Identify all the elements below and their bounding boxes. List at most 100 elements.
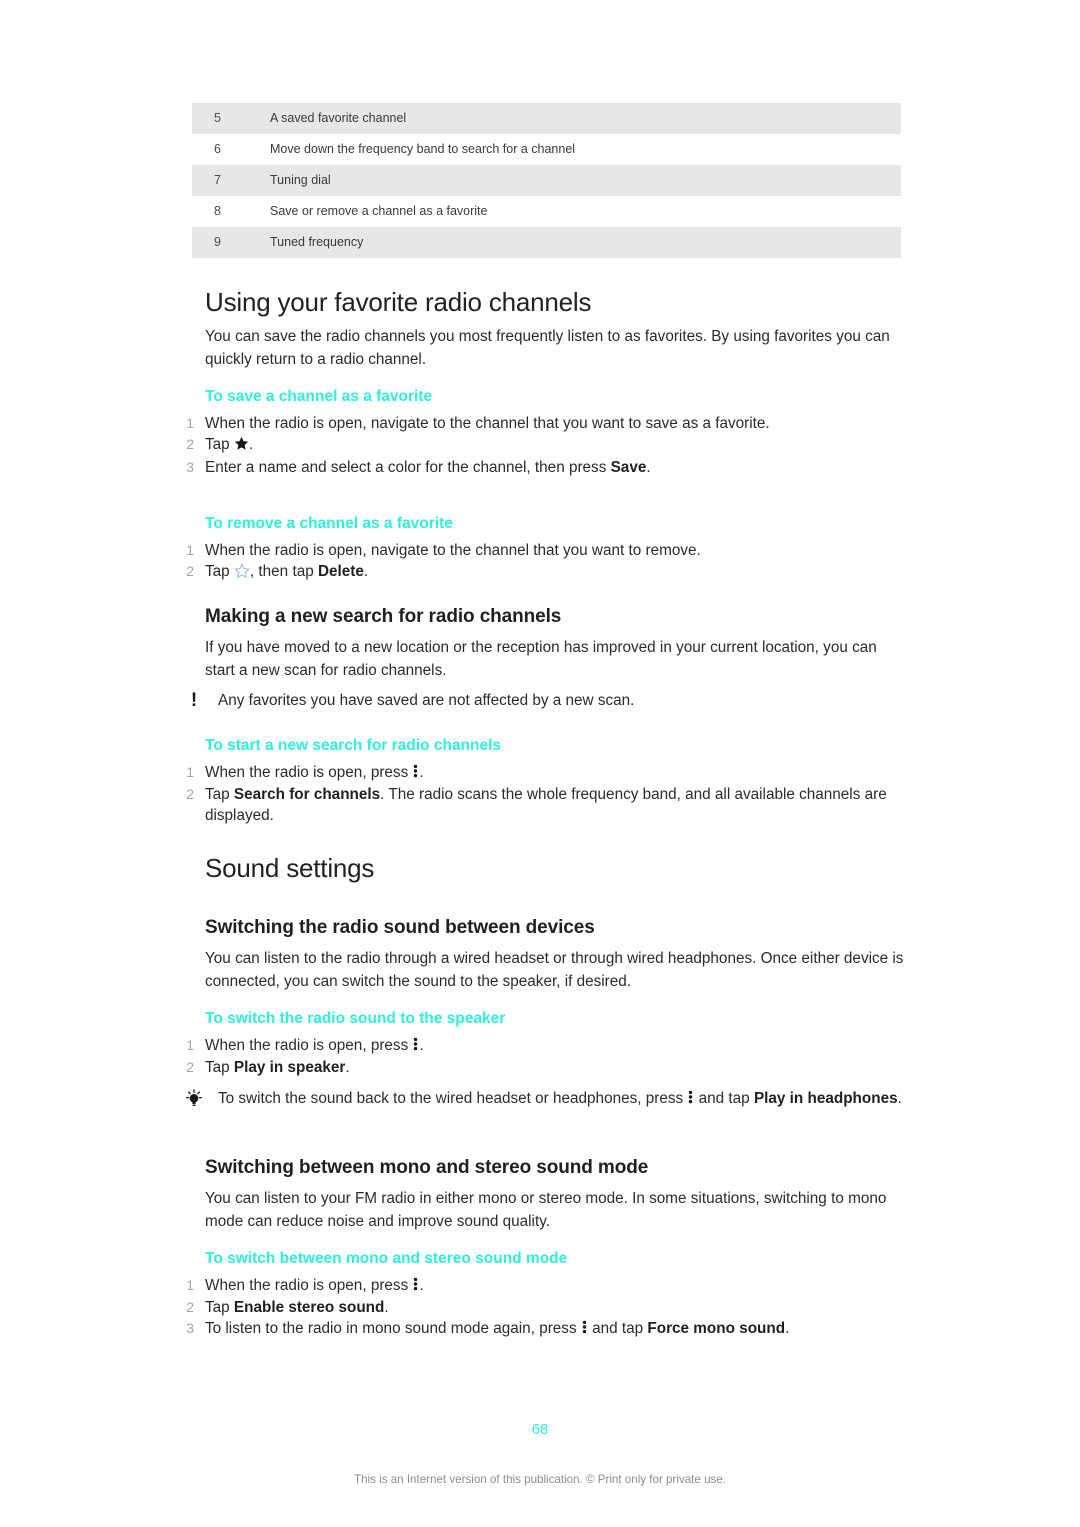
step-number: 1 bbox=[186, 1037, 194, 1053]
reference-table: 5 A saved favorite channel 6 Move down t… bbox=[192, 103, 901, 258]
table-cell-description: Save or remove a channel as a favorite bbox=[242, 196, 901, 227]
list-item: 3 Enter a name and select a color for th… bbox=[178, 457, 908, 478]
step-text: Tap bbox=[205, 563, 234, 580]
step-number: 2 bbox=[186, 436, 194, 452]
paragraph-new-search-intro: If you have moved to a new location or t… bbox=[205, 639, 877, 679]
step-text: Tap bbox=[205, 1059, 234, 1076]
step-text: When the radio is open, navigate to the … bbox=[205, 542, 701, 559]
table-row: 9 Tuned frequency bbox=[192, 227, 901, 258]
step-text: Enter a name and select a color for the … bbox=[205, 459, 611, 476]
step-bold-term: Search for channels bbox=[233, 786, 381, 803]
step-number: 3 bbox=[186, 459, 194, 475]
step-text-after: . bbox=[363, 563, 369, 580]
table-row: 7 Tuning dial bbox=[192, 165, 901, 196]
task-heading-start-new-search: To start a new search for radio channels bbox=[205, 737, 502, 754]
step-text-after: . bbox=[419, 1037, 424, 1054]
overflow-menu-icon bbox=[582, 1319, 587, 1340]
tip-text-before: To switch the sound back to the wired he… bbox=[218, 1090, 688, 1107]
step-number: 1 bbox=[186, 764, 194, 780]
tip-callout: To switch the sound back to the wired he… bbox=[178, 1088, 908, 1110]
tip-bold-term: Play in headphones bbox=[753, 1090, 898, 1107]
list-item: 1 When the radio is open, navigate to th… bbox=[178, 540, 908, 561]
table-cell-description: Move down the frequency band to search f… bbox=[242, 134, 901, 165]
manual-page: 5 A saved favorite channel 6 Move down t… bbox=[0, 0, 1080, 1527]
step-number: 2 bbox=[186, 1299, 194, 1315]
step-text-after: . bbox=[384, 1299, 389, 1316]
step-text-mid: and tap bbox=[587, 1320, 648, 1337]
task-heading-switch-mono-stereo: To switch between mono and stereo sound … bbox=[205, 1250, 568, 1267]
step-text-after: . bbox=[419, 764, 424, 781]
paragraph-switching-devices-intro: You can listen to the radio through a wi… bbox=[205, 950, 904, 990]
step-list-switch-to-speaker: 1 When the radio is open, press . 2 Tap … bbox=[178, 1035, 908, 1078]
note-callout: ! Any favorites you have saved are not a… bbox=[178, 690, 908, 711]
section-heading-favorites: Using your favorite radio channels bbox=[205, 287, 592, 317]
star-filled-icon bbox=[234, 436, 249, 457]
tip-text-after: . bbox=[897, 1090, 902, 1107]
task-heading-switch-to-speaker: To switch the radio sound to the speaker bbox=[205, 1010, 506, 1027]
paragraph-mono-stereo-intro: You can listen to your FM radio in eithe… bbox=[205, 1190, 887, 1230]
list-item: 1 When the radio is open, press . bbox=[178, 762, 908, 784]
step-list-switch-mono-stereo: 1 When the radio is open, press . 2 Tap … bbox=[178, 1275, 908, 1340]
step-text-after: . bbox=[646, 459, 651, 476]
overflow-menu-icon bbox=[688, 1089, 693, 1110]
lightbulb-tip-icon bbox=[181, 1088, 207, 1115]
step-bold-term: Enable stereo sound bbox=[233, 1299, 385, 1316]
table-row: 5 A saved favorite channel bbox=[192, 103, 901, 134]
step-text-after: . bbox=[785, 1320, 790, 1337]
step-list-remove-favorite: 1 When the radio is open, navigate to th… bbox=[178, 540, 908, 585]
overflow-menu-icon bbox=[413, 1276, 418, 1297]
exclamation-note-icon: ! bbox=[190, 690, 198, 711]
step-number: 1 bbox=[186, 542, 194, 558]
step-bold-term: Play in speaker bbox=[233, 1059, 346, 1076]
section-heading-mono-stereo: Switching between mono and stereo sound … bbox=[205, 1157, 649, 1178]
overflow-menu-icon bbox=[413, 1036, 418, 1057]
step-number: 1 bbox=[186, 1277, 194, 1293]
step-list-start-new-search: 1 When the radio is open, press . 2 Tap … bbox=[178, 762, 908, 826]
list-item: 1 When the radio is open, navigate to th… bbox=[178, 413, 908, 434]
list-item: 2 Tap . bbox=[178, 434, 908, 457]
step-number: 3 bbox=[186, 1320, 194, 1336]
list-item: 2 Tap Play in speaker. bbox=[178, 1057, 908, 1078]
list-item: 2 Tap Enable stereo sound. bbox=[178, 1297, 908, 1318]
page-number: 68 bbox=[531, 1421, 549, 1438]
step-text: When the radio is open, navigate to the … bbox=[205, 415, 770, 432]
task-heading-remove-favorite: To remove a channel as a favorite bbox=[205, 515, 453, 532]
note-text: Any favorites you have saved are not aff… bbox=[218, 692, 635, 709]
step-text: To listen to the radio in mono sound mod… bbox=[205, 1320, 581, 1337]
list-item: 1 When the radio is open, press . bbox=[178, 1035, 908, 1057]
step-list-save-favorite: 1 When the radio is open, navigate to th… bbox=[178, 413, 908, 478]
step-text-after: . bbox=[248, 436, 254, 453]
step-text: Tap bbox=[205, 436, 234, 453]
step-bold-term: Force mono sound bbox=[647, 1320, 786, 1337]
table-cell-number: 7 bbox=[192, 165, 242, 196]
table-cell-number: 8 bbox=[192, 196, 242, 227]
table-cell-number: 9 bbox=[192, 227, 242, 258]
step-bold-term: Save bbox=[610, 459, 647, 476]
step-text-after: . bbox=[345, 1059, 350, 1076]
section-heading-new-search: Making a new search for radio channels bbox=[205, 606, 562, 627]
step-text: When the radio is open, press bbox=[205, 1037, 413, 1054]
task-heading-save-favorite: To save a channel as a favorite bbox=[205, 388, 433, 405]
table-cell-number: 5 bbox=[192, 103, 242, 134]
list-item: 2 Tap Search for channels. The radio sca… bbox=[178, 784, 908, 826]
step-text: When the radio is open, press bbox=[205, 764, 413, 781]
table-cell-description: Tuning dial bbox=[242, 165, 901, 196]
step-text: When the radio is open, press bbox=[205, 1277, 413, 1294]
tip-text: To switch the sound back to the wired he… bbox=[178, 1088, 908, 1110]
table-cell-description: Tuned frequency bbox=[242, 227, 901, 258]
step-number: 2 bbox=[186, 563, 194, 579]
table-row: 8 Save or remove a channel as a favorite bbox=[192, 196, 901, 227]
footer-note: This is an Internet version of this publ… bbox=[354, 1473, 726, 1486]
step-number: 1 bbox=[186, 415, 194, 431]
step-bold-term: Delete bbox=[317, 563, 364, 580]
step-text-mid: , then tap bbox=[249, 563, 318, 580]
paragraph-favorites-intro: You can save the radio channels you most… bbox=[205, 328, 890, 368]
tip-text-mid: and tap bbox=[694, 1090, 754, 1107]
step-text: Tap bbox=[205, 786, 234, 803]
list-item: 1 When the radio is open, press . bbox=[178, 1275, 908, 1297]
reference-table-body: 5 A saved favorite channel 6 Move down t… bbox=[192, 103, 901, 258]
step-text: Tap bbox=[205, 1299, 234, 1316]
star-outline-icon bbox=[233, 562, 251, 585]
section-heading-sound-settings: Sound settings bbox=[205, 853, 375, 883]
overflow-menu-icon bbox=[413, 763, 418, 784]
